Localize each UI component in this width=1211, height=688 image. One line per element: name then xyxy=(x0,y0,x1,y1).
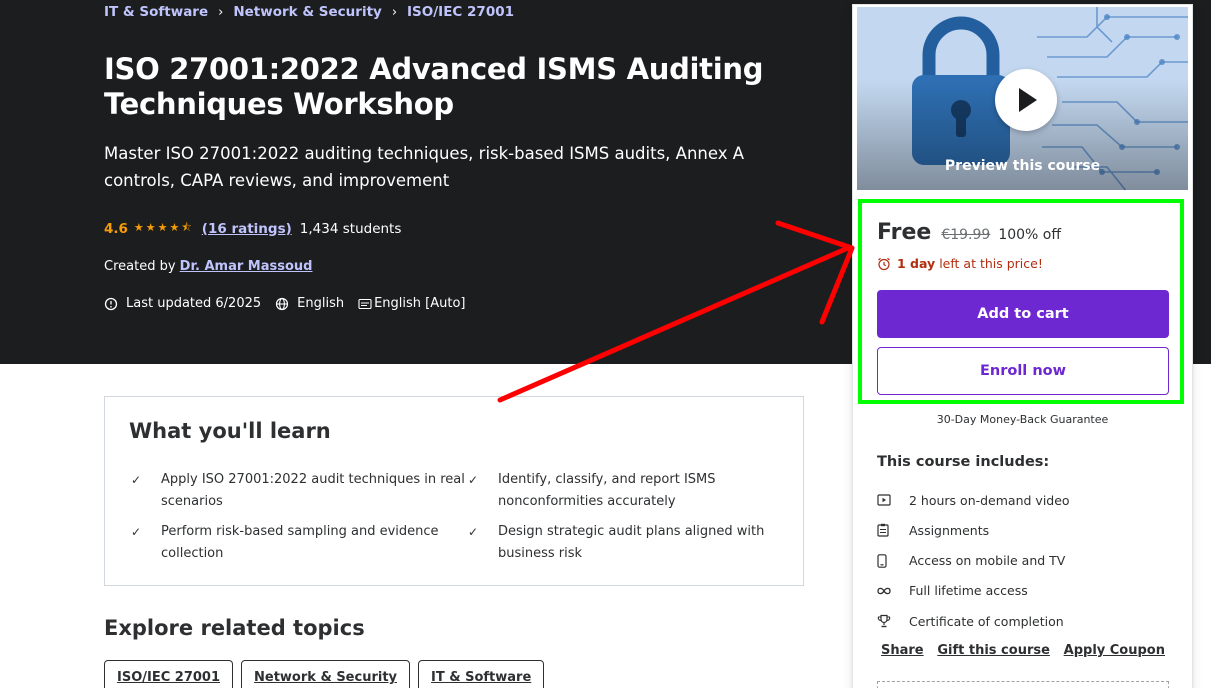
infinity-icon xyxy=(877,587,909,595)
language-text: English xyxy=(297,296,345,311)
captions: English [Auto] xyxy=(358,296,466,311)
list-item: Certificate of completion xyxy=(877,606,1070,636)
learn-item-text: Apply ISO 27001:2022 audit techniques in… xyxy=(161,472,465,509)
video-icon xyxy=(877,494,909,506)
trophy-icon xyxy=(877,614,909,628)
course-meta: Last updated 6/2025 English English [Aut… xyxy=(104,296,480,311)
course-preview[interactable]: Preview this course xyxy=(856,6,1189,191)
what-youll-learn: What you'll learn ✓ Apply ISO 27001:2022… xyxy=(104,396,804,586)
rating-value: 4.6 xyxy=(104,220,128,237)
learn-item: ✓ Design strategic audit plans aligned w… xyxy=(466,521,766,565)
ratings-count-link[interactable]: (16 ratings) xyxy=(202,221,292,237)
globe-icon xyxy=(276,297,289,310)
apply-coupon-link[interactable]: Apply Coupon xyxy=(1064,643,1165,658)
course-title: ISO 27001:2022 Advanced ISMS Auditing Te… xyxy=(104,52,764,121)
captions-text: English [Auto] xyxy=(374,296,466,311)
chevron-right-icon: › xyxy=(391,4,398,20)
course-subtitle: Master ISO 27001:2022 auditing technique… xyxy=(104,144,745,190)
preview-label: Preview this course xyxy=(944,158,1101,174)
last-updated-text: Last updated 6/2025 xyxy=(126,296,262,311)
check-icon: ✓ xyxy=(468,473,479,487)
list-item-text: Access on mobile and TV xyxy=(909,553,1066,569)
play-icon[interactable] xyxy=(995,69,1057,131)
list-item: Full lifetime access xyxy=(877,576,1070,606)
language: English xyxy=(275,296,344,311)
list-item-text: Assignments xyxy=(909,522,990,538)
breadcrumb-it-software[interactable]: IT & Software xyxy=(104,4,208,20)
learn-item: ✓ Identify, classify, and report ISMS no… xyxy=(466,469,766,513)
learn-title: What you'll learn xyxy=(129,419,331,443)
learn-item: ✓ Apply ISO 27001:2022 audit techniques … xyxy=(129,469,466,513)
check-icon: ✓ xyxy=(131,525,142,539)
card-links: Share Gift this course Apply Coupon xyxy=(881,643,1165,658)
learn-item-text: Perform risk-based sampling and evidence… xyxy=(161,524,439,561)
check-icon: ✓ xyxy=(468,525,479,539)
topic-it-software[interactable]: IT & Software xyxy=(418,660,545,688)
breadcrumb: IT & Software › Network & Security › ISO… xyxy=(104,4,514,20)
check-icon: ✓ xyxy=(131,473,142,487)
includes-list: 2 hours on-demand video Assignments Acce… xyxy=(877,485,1070,636)
list-item: 2 hours on-demand video xyxy=(877,485,1070,515)
gift-course-link[interactable]: Gift this course xyxy=(937,643,1050,658)
related-topics: ISO/IEC 27001 Network & Security IT & So… xyxy=(104,660,552,688)
related-topics-title: Explore related topics xyxy=(104,616,365,640)
list-item-text: Full lifetime access xyxy=(909,583,1028,599)
money-back-guarantee: 30-Day Money-Back Guarantee xyxy=(936,413,1109,426)
learn-list: ✓ Apply ISO 27001:2022 audit techniques … xyxy=(129,469,789,565)
created-by-label: Created by xyxy=(104,259,180,274)
share-link[interactable]: Share xyxy=(881,643,924,658)
chevron-right-icon: › xyxy=(218,4,224,20)
breadcrumb-network-security[interactable]: Network & Security xyxy=(233,4,382,20)
highlight-box xyxy=(858,199,1184,404)
learn-item-text: Design strategic audit plans aligned wit… xyxy=(498,524,765,561)
assignment-icon xyxy=(877,523,909,537)
alert-badge-icon xyxy=(104,297,118,310)
breadcrumb-iso-27001[interactable]: ISO/IEC 27001 xyxy=(407,4,514,20)
captions-icon xyxy=(358,298,372,309)
learn-item-text: Identify, classify, and report ISMS nonc… xyxy=(498,472,716,509)
list-item-text: Certificate of completion xyxy=(909,613,1064,629)
created-by: Created by Dr. Amar Massoud xyxy=(104,259,312,274)
topic-network-security[interactable]: Network & Security xyxy=(241,660,411,688)
list-item-text: 2 hours on-demand video xyxy=(909,492,1070,508)
rating-row: 4.6 ★★★★⯪ (16 ratings) 1,434 students xyxy=(104,219,401,238)
instructor-link[interactable]: Dr. Amar Massoud xyxy=(180,259,313,274)
students-count: 1,434 students xyxy=(299,220,402,237)
mobile-icon xyxy=(877,553,909,568)
list-item: Access on mobile and TV xyxy=(877,546,1070,576)
learn-item: ✓ Perform risk-based sampling and eviden… xyxy=(129,521,466,565)
last-updated: Last updated 6/2025 xyxy=(104,296,261,311)
star-rating-icon: ★★★★⯪ xyxy=(133,221,194,234)
coupon-box[interactable] xyxy=(877,681,1169,688)
includes-title: This course includes: xyxy=(877,454,1050,470)
list-item: Assignments xyxy=(877,515,1070,545)
topic-iso-27001[interactable]: ISO/IEC 27001 xyxy=(104,660,234,688)
